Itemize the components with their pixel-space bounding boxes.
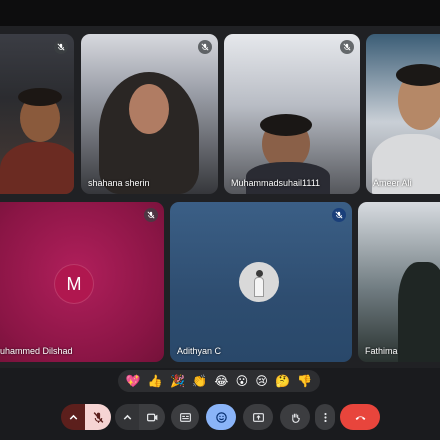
reaction-thumbs-down[interactable]: 👎	[297, 374, 312, 388]
call-end-icon	[355, 415, 365, 420]
avatar: M	[54, 264, 94, 304]
reaction-bar: 💖 👍 🎉 👏 😂 😮 😢 🤔 👎	[118, 370, 320, 392]
captions-icon	[179, 412, 191, 422]
mic-off-icon	[340, 40, 354, 54]
mic-off-icon	[93, 411, 103, 423]
reaction-party[interactable]: 🎉	[170, 374, 185, 388]
avatar	[239, 262, 279, 302]
reaction-thinking[interactable]: 🤔	[275, 374, 290, 388]
participant-name: Muhammadsuhail1111	[231, 178, 321, 188]
emoji-icon	[215, 411, 227, 423]
present-icon	[252, 412, 264, 422]
chevron-up-icon	[123, 414, 131, 420]
chevron-up-icon	[69, 414, 77, 420]
participant-name: Fathima	[365, 346, 398, 356]
window-top-bar	[0, 0, 440, 26]
more-options-button[interactable]	[315, 404, 335, 430]
participant-name: uhammed Dilshad	[0, 346, 73, 356]
participant-grid: shahana sherin Muhammadsuhail1111 Ameer …	[0, 26, 440, 368]
mic-off-icon	[54, 40, 68, 54]
participant-tile-2[interactable]: shahana sherin	[81, 34, 218, 194]
participant-tile-4[interactable]: Ameer Ali	[366, 34, 440, 194]
raise-hand-button[interactable]	[280, 404, 310, 430]
participant-shirt	[0, 142, 74, 194]
call-controls	[0, 396, 440, 440]
hand-icon	[291, 413, 300, 423]
camera-button[interactable]	[139, 404, 165, 430]
reaction-surprised[interactable]: 😮	[236, 374, 249, 388]
reaction-heart[interactable]: 💖	[126, 374, 141, 388]
participant-tile-3[interactable]: Muhammadsuhail1111	[224, 34, 360, 194]
more-vert-icon	[323, 412, 327, 422]
participant-tile-1[interactable]	[0, 34, 74, 194]
mic-off-icon	[332, 208, 346, 222]
participant-video	[129, 84, 169, 134]
participant-name: shahana sherin	[88, 178, 150, 188]
reaction-thumbs-up[interactable]: 👍	[148, 374, 163, 388]
participant-tile-5[interactable]: M uhammed Dilshad	[0, 202, 164, 362]
reaction-sad[interactable]: 😢	[255, 374, 268, 388]
mic-off-icon	[144, 208, 158, 222]
reactions-button[interactable]	[206, 404, 236, 430]
participant-video	[398, 262, 440, 362]
participant-name: Adithyan C	[177, 346, 222, 356]
mic-off-icon	[198, 40, 212, 54]
reaction-clap[interactable]: 👏	[192, 374, 207, 388]
microphone-button[interactable]	[85, 404, 111, 430]
videocam-icon	[146, 413, 157, 421]
audio-options-button[interactable]	[61, 404, 85, 430]
reaction-laugh[interactable]: 😂	[214, 374, 228, 388]
participant-tile-6[interactable]: Adithyan C	[170, 202, 352, 362]
participant-hair	[18, 88, 62, 106]
participant-hair	[260, 114, 312, 136]
captions-button[interactable]	[171, 404, 199, 430]
participant-hair	[396, 64, 440, 86]
video-options-button[interactable]	[115, 404, 139, 430]
present-button[interactable]	[243, 404, 273, 430]
leave-call-button[interactable]	[340, 404, 380, 430]
participant-tile-7[interactable]: Fathima	[358, 202, 440, 362]
participant-name: Ameer Ali	[373, 178, 412, 188]
